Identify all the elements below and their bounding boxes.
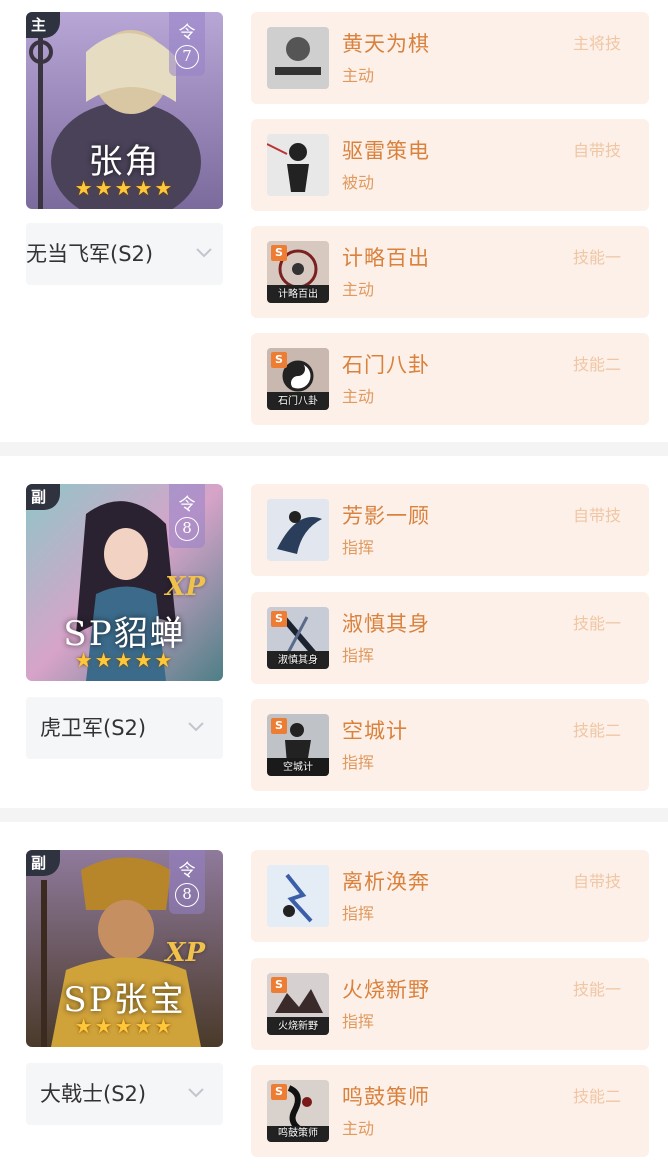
hero-portrait[interactable]: 副 令 8 XP SP张宝 ★★★★★ [26, 850, 223, 1047]
hero-portrait[interactable]: 副 令 8 XP SP貂蝉 ★★★★★ [26, 484, 223, 681]
skill-icon: S 空城计 [267, 714, 329, 776]
skill-card[interactable]: S 淑慎其身 淑慎其身 指挥 技能一 [251, 592, 649, 684]
army-type-value: 虎卫军(S2) [40, 716, 147, 740]
skill-slot: 技能一 [572, 980, 621, 999]
skill-icon-caption: 计略百出 [278, 289, 318, 300]
skill-icon: S 计略百出 [267, 241, 329, 303]
skill-type: 主动 [342, 1119, 375, 1138]
skill-slot: 技能二 [572, 1087, 621, 1106]
skill-card[interactable]: 芳影一顾 指挥 自带技 [251, 484, 649, 576]
skill-icon [267, 134, 329, 196]
army-type-select[interactable]: 大戟士(S2) [26, 1063, 223, 1125]
team-slot-1: 主 令 7 张角 ★★★★★ 无当飞军(S2) 黄天为棋 主动 主将技 驱雷策电… [0, 0, 668, 440]
skill-icon [267, 865, 329, 927]
chevron-down-icon [188, 722, 204, 732]
team-slot-2: 副 令 8 XP SP貂蝉 ★★★★★ 虎卫军(S2) 芳影一顾 指挥 自带技 … [0, 456, 668, 808]
skill-type: 指挥 [342, 538, 375, 557]
skill-type: 主动 [342, 66, 375, 85]
skill-name: 芳影一顾 [342, 504, 430, 528]
skill-icon-caption: 火烧新野 [278, 1021, 318, 1032]
skill-card[interactable]: S 计略百出 计略百出 主动 技能一 [251, 226, 649, 318]
skill-card[interactable]: 黄天为棋 主动 主将技 [251, 12, 649, 104]
command-value: 8 [175, 883, 199, 907]
skill-icon [267, 499, 329, 561]
command-label: 令 [178, 861, 196, 881]
skill-card[interactable]: 驱雷策电 被动 自带技 [251, 119, 649, 211]
hero-portrait[interactable]: 主 令 7 张角 ★★★★★ [26, 12, 223, 209]
army-type-value: 无当飞军(S2) [26, 242, 154, 266]
skill-type: 主动 [342, 280, 375, 299]
skill-name: 火烧新野 [342, 978, 430, 1002]
skill-name: 石门八卦 [342, 353, 430, 377]
chevron-down-icon [196, 248, 212, 258]
skill-slot: 自带技 [572, 141, 621, 160]
skill-icon-caption: 空城计 [283, 762, 313, 773]
season-badge: S [271, 1084, 287, 1100]
skill-icon: S 淑慎其身 [267, 607, 329, 669]
section-divider [0, 442, 668, 456]
skill-card[interactable]: S 石门八卦 石门八卦 主动 技能二 [251, 333, 649, 425]
command-label: 令 [178, 495, 196, 515]
skill-type: 被动 [342, 173, 375, 192]
skill-type: 指挥 [342, 904, 375, 923]
season-badge: S [271, 245, 287, 261]
skill-icon [267, 27, 329, 89]
skill-card[interactable]: S 鸣鼓策师 鸣鼓策师 主动 技能二 [251, 1065, 649, 1157]
command-value: 7 [175, 45, 199, 69]
skill-type: 指挥 [342, 753, 375, 772]
skill-slot: 技能二 [572, 721, 621, 740]
skill-name: 黄天为棋 [342, 32, 430, 56]
season-badge: S [271, 977, 287, 993]
skill-name: 鸣鼓策师 [342, 1085, 430, 1109]
skill-name: 计略百出 [342, 246, 430, 270]
skill-icon-caption: 鸣鼓策师 [278, 1128, 318, 1139]
season-badge: S [271, 611, 287, 627]
army-type-select[interactable]: 虎卫军(S2) [26, 697, 223, 759]
command-value: 8 [175, 517, 199, 541]
chevron-down-icon [188, 1088, 204, 1098]
skill-icon-caption: 淑慎其身 [278, 655, 318, 666]
skill-type: 指挥 [342, 646, 375, 665]
skill-name: 空城计 [342, 719, 408, 743]
skill-slot: 技能二 [572, 355, 621, 374]
skill-slot: 自带技 [572, 506, 621, 525]
skill-type: 主动 [342, 387, 375, 406]
season-badge: S [271, 352, 287, 368]
command-level-badge: 令 8 [169, 850, 205, 914]
star-rating: ★★★★★ [74, 648, 175, 672]
skill-slot: 技能一 [572, 614, 621, 633]
skill-slot: 技能一 [572, 248, 621, 267]
skill-icon: S 石门八卦 [267, 348, 329, 410]
skill-name: 淑慎其身 [342, 612, 430, 636]
skill-slot: 自带技 [572, 872, 621, 891]
skill-card[interactable]: S 火烧新野 火烧新野 指挥 技能一 [251, 958, 649, 1050]
xp-badge: XP [165, 938, 205, 968]
command-label: 令 [178, 23, 196, 43]
season-badge: S [271, 718, 287, 734]
skill-type: 指挥 [342, 1012, 375, 1031]
section-divider [0, 808, 668, 822]
command-level-badge: 令 8 [169, 484, 205, 548]
command-level-badge: 令 7 [169, 12, 205, 76]
xp-badge: XP [165, 572, 205, 602]
army-type-value: 大戟士(S2) [40, 1082, 147, 1106]
army-type-select[interactable]: 无当飞军(S2) [26, 223, 223, 285]
skill-name: 驱雷策电 [342, 139, 430, 163]
skill-icon: S 鸣鼓策师 [267, 1080, 329, 1142]
skill-icon: S 火烧新野 [267, 973, 329, 1035]
skill-name: 离析涣奔 [342, 870, 430, 894]
skill-card[interactable]: S 空城计 空城计 指挥 技能二 [251, 699, 649, 791]
star-rating: ★★★★★ [74, 1014, 175, 1038]
skill-card[interactable]: 离析涣奔 指挥 自带技 [251, 850, 649, 942]
team-slot-3: 副 令 8 XP SP张宝 ★★★★★ 大戟士(S2) 离析涣奔 指挥 自带技 … [0, 822, 668, 1173]
skill-slot: 主将技 [572, 34, 621, 53]
star-rating: ★★★★★ [74, 176, 175, 200]
skill-icon-caption: 石门八卦 [278, 396, 318, 407]
